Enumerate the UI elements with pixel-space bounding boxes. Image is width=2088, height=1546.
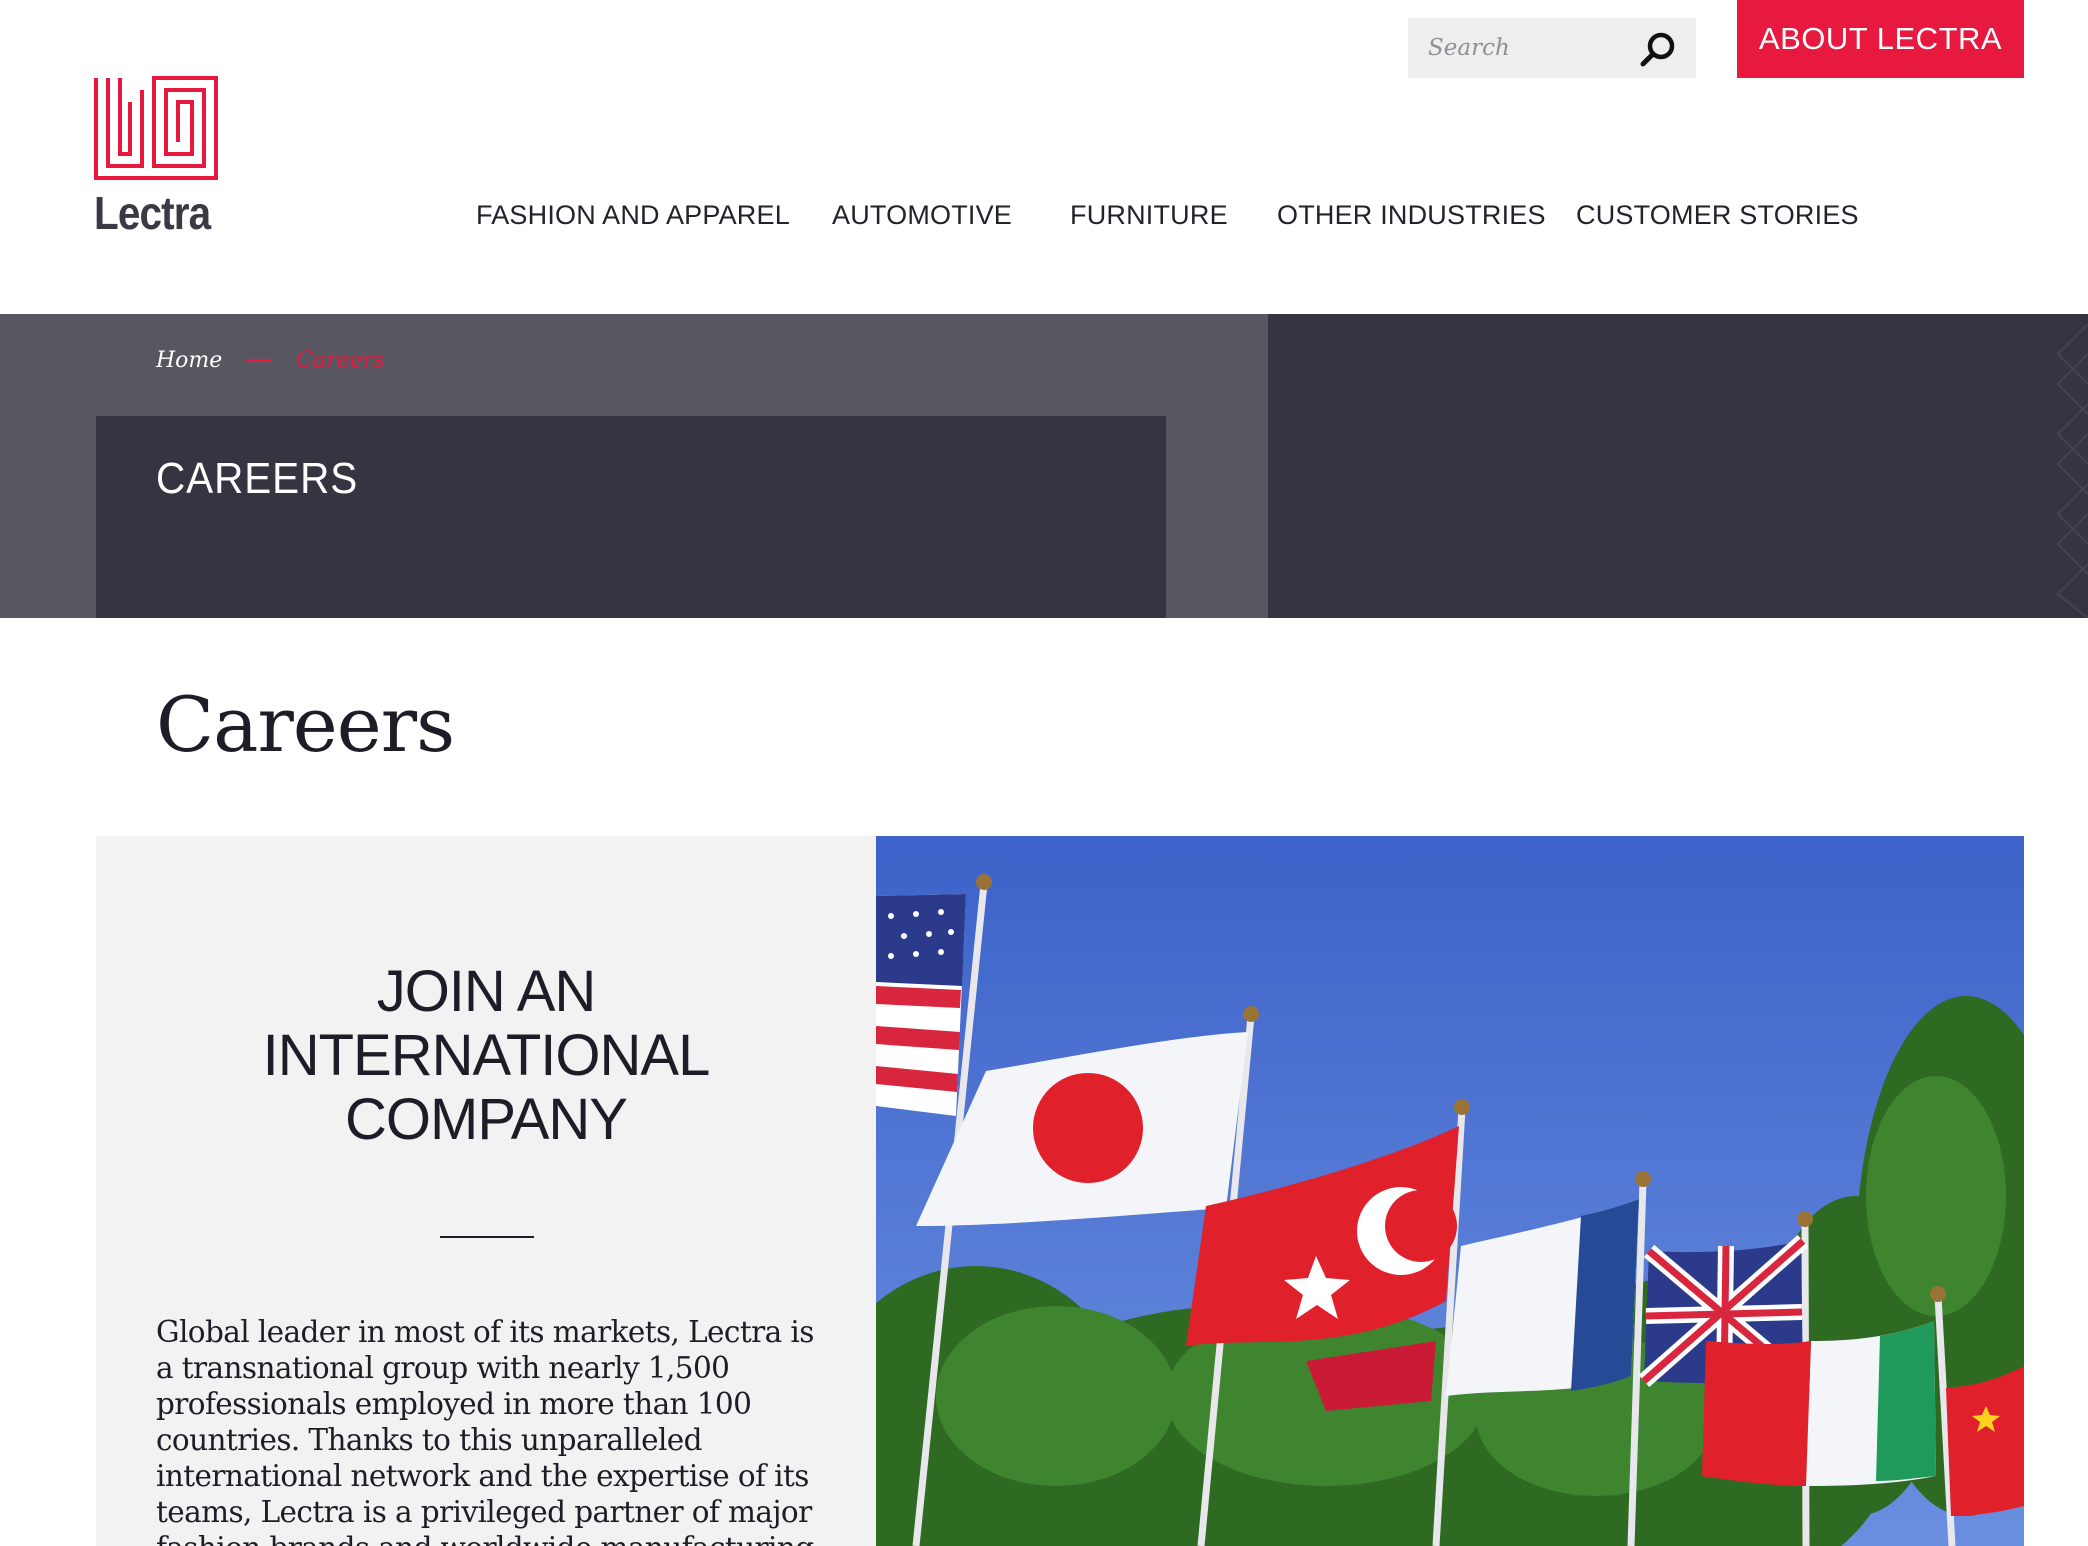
- feature-text-panel: JOIN AN INTERNATIONAL COMPANY Global lea…: [96, 836, 876, 1546]
- nav-automotive[interactable]: AUTOMOTIVE: [832, 200, 1012, 231]
- search-icon: [1640, 32, 1675, 67]
- breadcrumb-home-link[interactable]: Home: [156, 348, 222, 373]
- lectra-logo-mark-icon: [94, 76, 218, 180]
- breadcrumb-separator: [246, 359, 273, 362]
- nav-furniture[interactable]: FURNITURE: [1070, 200, 1228, 231]
- nav-customer-stories[interactable]: CUSTOMER STORIES: [1576, 200, 1859, 231]
- flags-illustration: [876, 836, 2024, 1546]
- search-input[interactable]: [1408, 18, 1638, 78]
- search-button[interactable]: [1638, 30, 1678, 70]
- feature-title: JOIN AN INTERNATIONAL COMPANY: [262, 959, 711, 1152]
- feature-divider: [440, 1236, 534, 1238]
- about-lectra-button[interactable]: ABOUT LECTRA: [1737, 0, 2024, 78]
- nav-fashion-and-apparel[interactable]: FASHION AND APPAREL: [476, 200, 790, 231]
- breadcrumb: Home Careers: [156, 348, 385, 373]
- hero-dark-panel: [1268, 314, 2088, 618]
- search-box: [1408, 18, 1696, 78]
- feature-block: JOIN AN INTERNATIONAL COMPANY Global lea…: [96, 836, 2024, 1546]
- international-flags-photo: [876, 836, 2024, 1546]
- hero-pattern-decoration: [2056, 323, 2088, 618]
- feature-body: Global leader in most of its markets, Le…: [156, 1315, 814, 1546]
- nav-other-industries[interactable]: OTHER INDUSTRIES: [1277, 200, 1546, 231]
- page-title: Careers: [156, 680, 455, 769]
- hero-band: Home Careers CAREERS: [0, 314, 2088, 618]
- main-nav: FASHION AND APPAREL AUTOMOTIVE FURNITURE…: [0, 200, 2088, 246]
- breadcrumb-current: Careers: [296, 348, 385, 373]
- hero-title-box: CAREERS: [96, 416, 1166, 618]
- hero-title: CAREERS: [156, 454, 359, 503]
